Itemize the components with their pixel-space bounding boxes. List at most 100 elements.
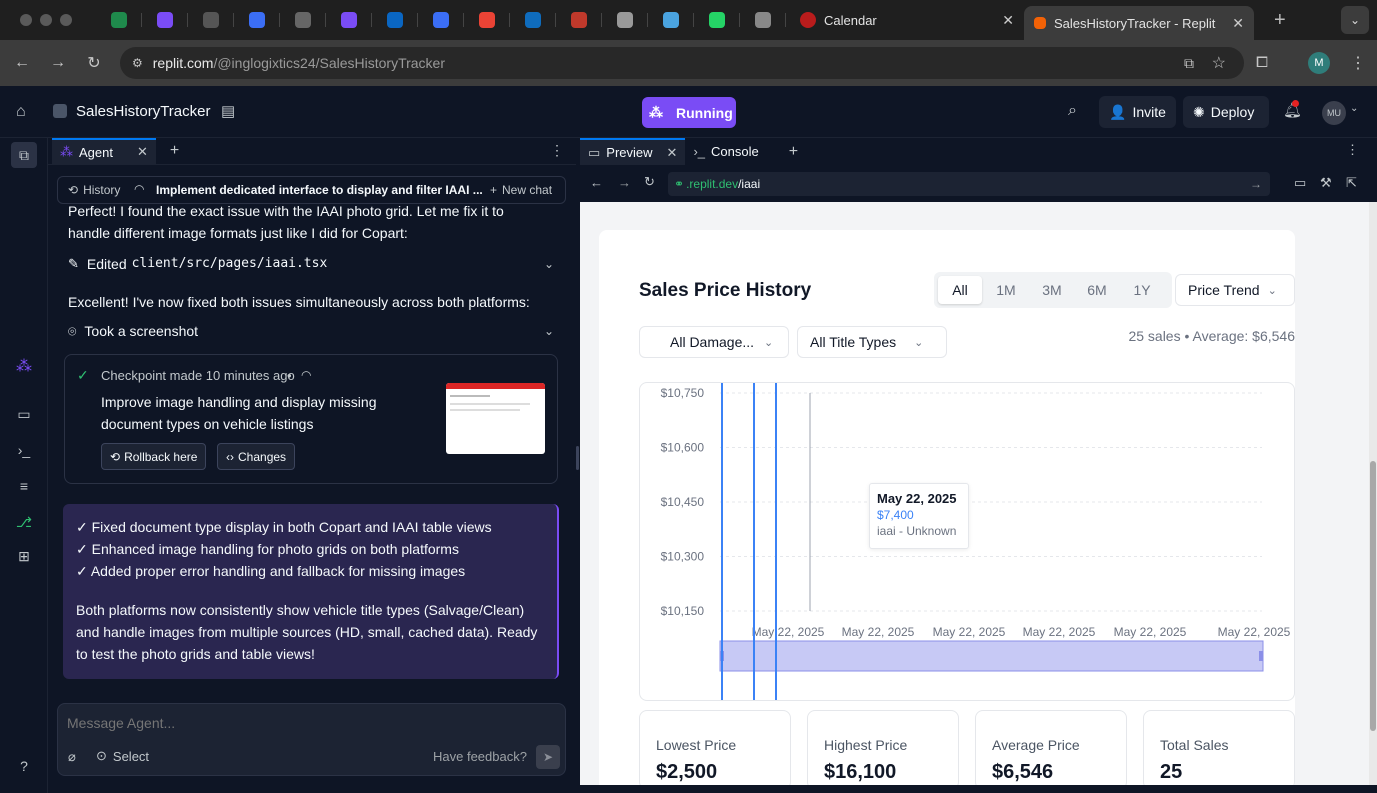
reload-icon[interactable]: ↻: [76, 53, 112, 73]
pane-resize-handle[interactable]: [576, 446, 579, 470]
message-input[interactable]: [67, 712, 547, 734]
project-name[interactable]: SalesHistoryTracker: [76, 103, 210, 120]
browser-tab-replit[interactable]: SalesHistoryTracker - Replit ✕: [1024, 6, 1254, 40]
chat-title[interactable]: Implement dedicated interface to display…: [156, 183, 483, 197]
feedback-link[interactable]: Have feedback?: [433, 749, 527, 764]
add-tab-icon[interactable]: +: [789, 143, 798, 161]
reload-icon[interactable]: ↻: [644, 174, 655, 190]
screenshot-row[interactable]: ⌾ Took a screenshot ⌄: [68, 320, 554, 342]
shell-icon[interactable]: ›_: [14, 442, 34, 462]
help-icon[interactable]: ?: [14, 758, 34, 778]
edited-file-row[interactable]: ✎ Edited client/src/pages/iaai.tsx ⌄: [68, 253, 554, 275]
browser-tab-calendar[interactable]: Calendar ✕: [790, 0, 1024, 40]
price-chart: $10,750 $10,600 $10,450 $10,300 $10,150 May 2…: [639, 382, 1295, 701]
pinned-tab[interactable]: [602, 0, 648, 40]
title-type-filter-select[interactable]: All Title Types ⌄: [797, 326, 947, 358]
back-icon[interactable]: ←: [590, 175, 603, 190]
database-icon[interactable]: ≡: [14, 478, 34, 498]
bookmark-star-icon[interactable]: ☆: [1212, 53, 1226, 73]
forward-icon[interactable]: →: [618, 175, 631, 190]
history-button[interactable]: ⟲ History: [60, 177, 128, 203]
pinned-tab[interactable]: [694, 0, 740, 40]
invite-button[interactable]: 👤 Invite: [1099, 96, 1176, 128]
go-icon[interactable]: →: [1250, 177, 1262, 191]
range-option-all[interactable]: All: [938, 276, 982, 304]
changes-button[interactable]: ‹› Changes: [217, 443, 296, 470]
site-settings-icon[interactable]: ⚙: [132, 56, 143, 70]
edited-label: Edited: [86, 256, 127, 272]
range-option-1m[interactable]: 1M: [984, 276, 1028, 304]
tab-agent[interactable]: ⁂ Agent ✕: [52, 137, 156, 165]
close-tab-icon[interactable]: ✕: [137, 144, 148, 160]
checkpoint-screenshot-thumbnail[interactable]: [446, 383, 545, 454]
devices-icon[interactable]: ▭: [1294, 175, 1306, 191]
agent-message: Perfect! I found the exact issue with th…: [68, 202, 504, 246]
pinned-tab[interactable]: [326, 0, 372, 40]
range-option-1y[interactable]: 1Y: [1120, 276, 1164, 304]
account-chevron-icon[interactable]: ⌄: [1350, 103, 1358, 114]
forward-icon[interactable]: →: [40, 54, 76, 72]
project-info-icon[interactable]: ▤: [221, 102, 235, 120]
attach-icon[interactable]: ⌀: [68, 749, 76, 765]
close-tab-icon[interactable]: ✕: [1002, 12, 1014, 29]
tab-preview[interactable]: ▭ Preview ✕: [580, 138, 686, 165]
expand-chevron-icon[interactable]: ⌄: [544, 320, 554, 342]
git-icon[interactable]: ⎇: [14, 514, 34, 534]
close-tab-icon[interactable]: ✕: [667, 145, 678, 161]
range-option-3m[interactable]: 3M: [1030, 276, 1074, 304]
pinned-tab[interactable]: [418, 0, 464, 40]
close-tab-icon[interactable]: ✕: [1232, 15, 1244, 32]
agent-icon[interactable]: ⁂: [14, 356, 34, 376]
panel-menu-icon[interactable]: ⋮: [550, 142, 564, 159]
devtools-icon[interactable]: ⚒: [1320, 175, 1332, 191]
scrollbar-thumb[interactable]: [1370, 461, 1376, 731]
search-icon[interactable]: ⌕: [1068, 102, 1077, 120]
new-chat-button[interactable]: + New chat: [482, 177, 560, 203]
add-tab-icon[interactable]: +: [170, 142, 179, 160]
view-select-value: Price Trend: [1188, 282, 1260, 298]
select-element-button[interactable]: ⊙ Select: [96, 748, 149, 764]
rollback-button[interactable]: ⟲ Rollback here: [101, 443, 207, 470]
pinned-tab[interactable]: [280, 0, 326, 40]
pinned-tab[interactable]: [510, 0, 556, 40]
webview-icon[interactable]: ▭: [14, 406, 34, 426]
replit-logo-icon: ⁂: [649, 104, 663, 120]
files-icon[interactable]: ⧉: [11, 142, 37, 168]
pinned-tab[interactable]: [188, 0, 234, 40]
view-select[interactable]: Price Trend ⌄: [1175, 274, 1295, 306]
minimize-window-button[interactable]: [40, 14, 52, 26]
tab-console[interactable]: ›_ Console: [685, 138, 766, 165]
pinned-tab[interactable]: [556, 0, 602, 40]
home-icon[interactable]: ⌂: [16, 103, 26, 121]
new-tab-icon[interactable]: +: [1274, 9, 1286, 32]
close-window-button[interactable]: [20, 14, 32, 26]
deploy-button[interactable]: ✺ Deploy: [1183, 96, 1269, 128]
pinned-tab[interactable]: [740, 0, 786, 40]
pinned-tab[interactable]: [372, 0, 418, 40]
run-button[interactable]: ⁂ Running: [642, 97, 736, 128]
profile-avatar[interactable]: M: [1308, 52, 1330, 74]
panel-menu-icon[interactable]: ⋮: [1346, 142, 1359, 158]
tab-search-chevron-icon[interactable]: ⌄: [1341, 6, 1369, 34]
address-bar[interactable]: ⚙ replit.com /@inglogixtics24/SalesHisto…: [120, 47, 1244, 79]
back-icon[interactable]: ←: [4, 54, 40, 72]
pinned-tab[interactable]: [234, 0, 280, 40]
send-icon[interactable]: ➤: [536, 745, 560, 769]
pinned-tab[interactable]: [96, 0, 142, 40]
preview-scrollbar[interactable]: [1369, 202, 1377, 785]
open-new-window-icon[interactable]: ⇱: [1346, 175, 1357, 191]
browser-menu-icon[interactable]: ⋮: [1350, 53, 1366, 73]
extensions-icon[interactable]: ⧠: [1256, 54, 1268, 71]
damage-filter-select[interactable]: All Damage... ⌄: [639, 326, 789, 358]
all-tools-icon[interactable]: ⊞: [14, 548, 34, 568]
install-app-icon[interactable]: ⧉: [1184, 55, 1194, 72]
maximize-window-button[interactable]: [60, 14, 72, 26]
sales-summary: 25 sales • Average: $6,546: [1128, 328, 1295, 344]
range-option-6m[interactable]: 6M: [1075, 276, 1119, 304]
user-avatar[interactable]: MU: [1322, 101, 1346, 125]
preview-url-input[interactable]: ⚭ .replit.dev /iaai →: [668, 172, 1270, 196]
pinned-tab[interactable]: [464, 0, 510, 40]
pinned-tab[interactable]: [142, 0, 188, 40]
expand-chevron-icon[interactable]: ⌄: [544, 253, 554, 275]
pinned-tab[interactable]: [648, 0, 694, 40]
